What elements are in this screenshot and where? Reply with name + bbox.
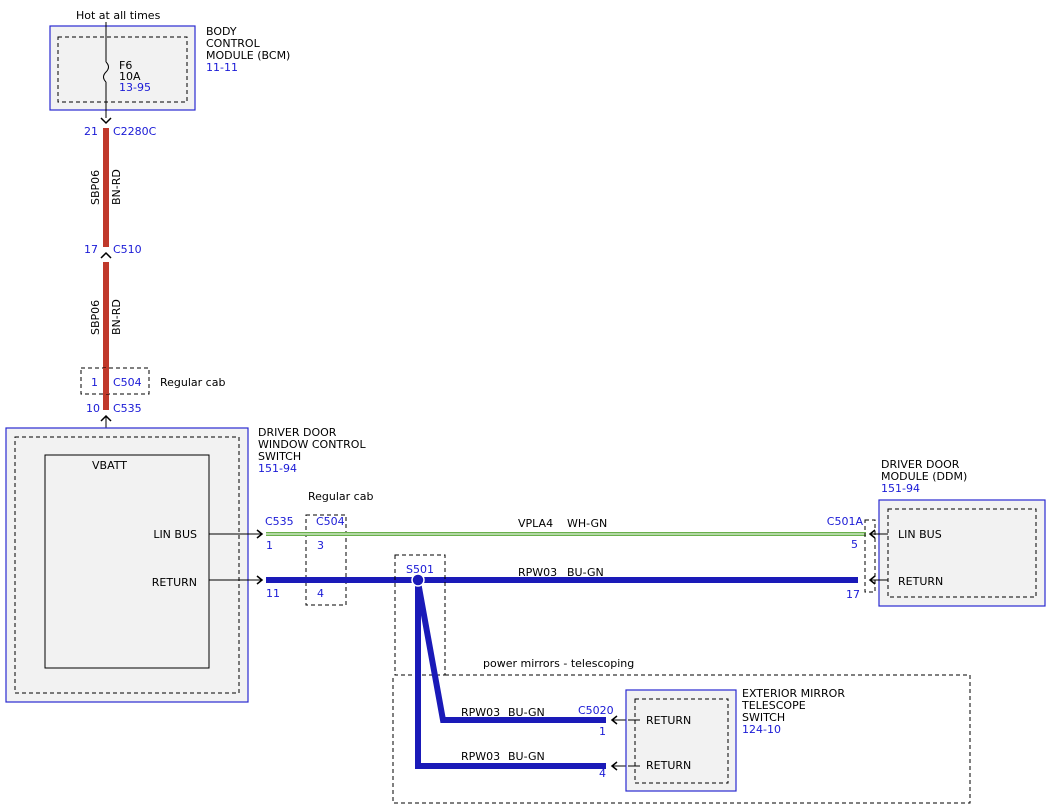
c5020-pin4: 4 xyxy=(599,767,606,780)
c5020-label[interactable]: C5020 xyxy=(578,704,614,717)
c535-pin: 10 xyxy=(86,402,100,415)
return-c504-pin: 4 xyxy=(317,587,324,600)
ddm-return-label: RETURN xyxy=(898,575,943,588)
splice-s501-dot[interactable] xyxy=(411,573,425,587)
branch2-circuit: RPW03 xyxy=(461,750,500,763)
branch2-color: BU-GN xyxy=(508,750,545,763)
branch1-color: BU-GN xyxy=(508,706,545,719)
c5020-pin1: 1 xyxy=(599,725,606,738)
connector-c510-icon xyxy=(100,251,112,259)
sbp06-circuit-2: SBP06 xyxy=(89,300,102,335)
return-color: BU-GN xyxy=(567,566,604,579)
return-circuit: RPW03 xyxy=(518,566,557,579)
c504-pin: 1 xyxy=(91,376,98,389)
ddm-module[interactable] xyxy=(878,499,1046,607)
c2280c-pin: 21 xyxy=(84,125,98,138)
connector-c2280c-icon xyxy=(100,117,112,125)
c2280c-label[interactable]: C2280C xyxy=(113,125,157,138)
c535-label[interactable]: C535 xyxy=(113,402,142,415)
lin-c535-pin: 1 xyxy=(266,539,273,552)
c504-row-regular-cab-box xyxy=(305,514,347,606)
branch1-circuit: RPW03 xyxy=(461,706,500,719)
row-regular-cab-note: Regular cab xyxy=(308,490,373,503)
lin-circuit: VPLA4 xyxy=(518,517,553,530)
lin-c535-label[interactable]: C535 xyxy=(265,515,294,528)
c504-regular-cab-note: Regular cab xyxy=(160,376,225,389)
mirror-return-1: RETURN xyxy=(646,714,691,727)
fuse-ref-link[interactable]: 13-95 xyxy=(119,81,151,94)
sbp06-circuit-1: SBP06 xyxy=(89,170,102,205)
bcm-ref-link[interactable]: 11-11 xyxy=(206,61,238,74)
ddwcs-ref-link[interactable]: 151-94 xyxy=(258,462,297,475)
lin-c504-label[interactable]: C504 xyxy=(316,515,345,528)
vbatt-label: VBATT xyxy=(92,459,127,472)
mirror-switch-module[interactable] xyxy=(625,689,737,792)
lin-c504-pin: 3 xyxy=(317,539,324,552)
c501a-label[interactable]: C501A xyxy=(827,515,864,528)
c501a-return-pin: 17 xyxy=(846,588,860,601)
lin-color: WH-GN xyxy=(567,517,607,530)
ddm-lin-bus-label: LIN BUS xyxy=(898,528,942,541)
mirror-return-2: RETURN xyxy=(646,759,691,772)
ddwcs-inner xyxy=(44,454,210,669)
c510-pin: 17 xyxy=(84,243,98,256)
sbp06-color-2: BN-RD xyxy=(110,299,123,335)
ddwcs-lin-bus-label: LIN BUS xyxy=(153,528,197,541)
c501a-lin-pin: 5 xyxy=(851,538,858,551)
ddm-ref-link[interactable]: 151-94 xyxy=(881,482,920,495)
return-c535-pin: 11 xyxy=(266,587,280,600)
option-note: power mirrors - telescoping xyxy=(483,657,634,670)
branch-wire-to-pin1[interactable] xyxy=(415,581,606,723)
ddwcs-return-label: RETURN xyxy=(152,576,197,589)
c504-label[interactable]: C504 xyxy=(113,376,142,389)
c510-label[interactable]: C510 xyxy=(113,243,142,256)
branch-wire-to-pin4[interactable] xyxy=(415,582,606,769)
hot-at-all-times-label: Hot at all times xyxy=(76,9,161,22)
sbp06-color-1: BN-RD xyxy=(110,169,123,205)
mirror-ref-link[interactable]: 124-10 xyxy=(742,723,781,736)
wiring-diagram: Hot at all times BODY CONTROL MODULE (BC… xyxy=(5,9,1046,804)
